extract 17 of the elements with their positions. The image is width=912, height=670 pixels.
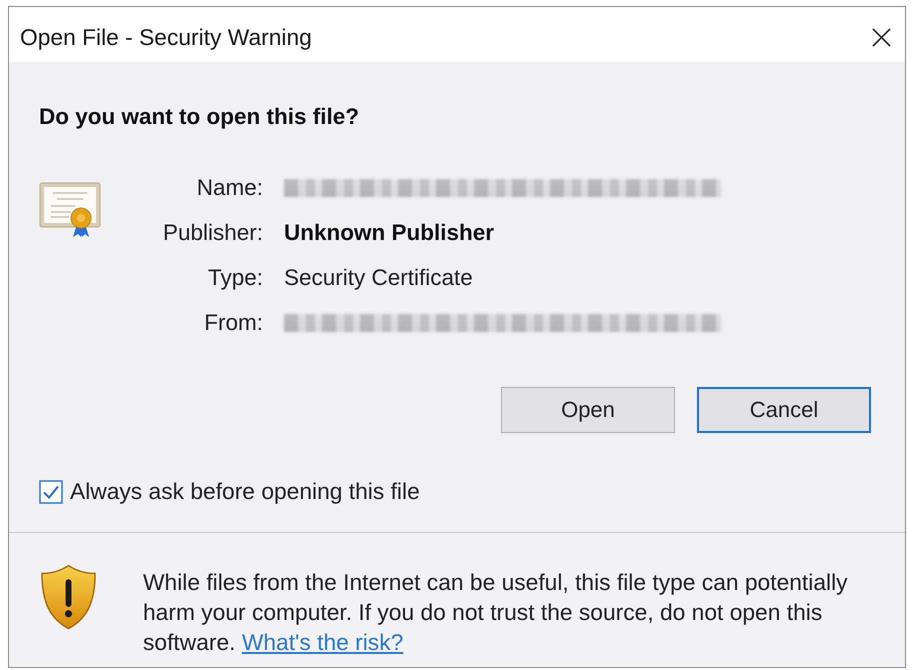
warning-message: While files from the Internet can be useful, this file type can potentially harm your computer. If you do not trust the source, do not open this software. What's the risk? xyxy=(143,568,849,657)
checkbox-label[interactable]: Always ask before opening this file xyxy=(70,478,420,505)
field-label: Publisher: xyxy=(162,220,263,246)
checkbox[interactable] xyxy=(39,480,63,504)
field-value: Unknown Publisher xyxy=(284,220,494,246)
certificate-icon xyxy=(39,182,101,238)
window-title: Open File - Security Warning xyxy=(20,24,312,51)
dialog-button[interactable]: Open xyxy=(501,387,675,433)
dialog-button[interactable]: Cancel xyxy=(697,387,871,433)
warning-shield-icon xyxy=(40,564,97,630)
field-label: From: xyxy=(204,310,263,336)
field-value: Security Certificate xyxy=(284,264,473,290)
risk-link[interactable]: What's the risk? xyxy=(242,629,404,655)
dialog-heading: Do you want to open this file? xyxy=(39,103,360,131)
field-label: Name: xyxy=(196,174,263,200)
close-icon[interactable] xyxy=(872,28,891,47)
field-label: Type: xyxy=(208,264,263,290)
